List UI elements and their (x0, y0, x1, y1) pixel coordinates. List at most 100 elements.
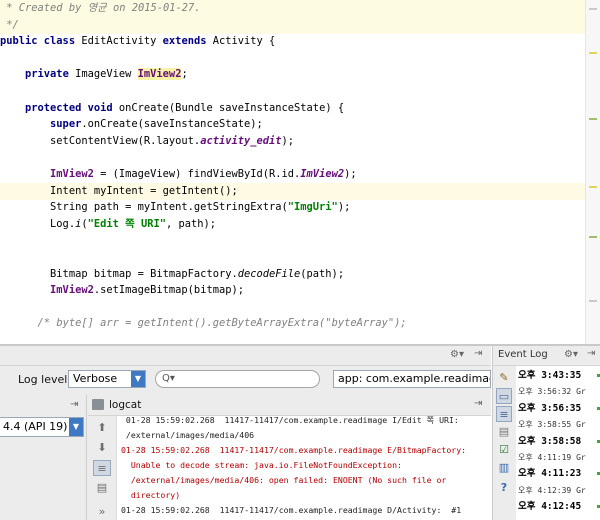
devices-panel: ⇥ 4.4 (API 19) ▼ (0, 395, 87, 520)
scroll-down-icon[interactable]: ⬇ (93, 440, 111, 456)
wrench-icon[interactable]: ✎ (496, 370, 512, 386)
code-token: public class (0, 35, 76, 48)
code-line[interactable]: ImView2 = (ImageView) findViewById(R.id.… (0, 166, 585, 183)
log-line: 01-28 15:59:02.268 11417-11417/com.examp… (121, 505, 462, 515)
code-line[interactable]: */ (0, 16, 585, 34)
logcat-title: logcat (109, 399, 142, 411)
device-value: 4.4 (API 19) (3, 420, 68, 433)
event-log-entry[interactable]: 오후 4:12:39 Gr (518, 483, 598, 498)
code-token: * Created by 영균 on 2015-01-27. (0, 2, 201, 14)
event-log-entry[interactable]: 오후 4:11:19 Gr (518, 450, 598, 465)
clear-log-icon[interactable]: ▤ (93, 480, 111, 496)
event-log-entry[interactable]: 오후 4:12:45 (518, 499, 598, 514)
soft-wrap-icon[interactable]: ≡ (93, 460, 111, 476)
event-log-toolbar: ✎ ▭ ≡ ▤ ☑ ▥ ? (493, 366, 515, 520)
code-token: private (25, 68, 69, 81)
more-icon[interactable]: » (93, 504, 111, 520)
code-line[interactable]: ImView2.setImageBitmap(bitmap); (0, 282, 585, 299)
log-level-label: Log level: (18, 373, 72, 386)
code-token: ImView2 (137, 68, 182, 81)
code-line[interactable] (0, 249, 585, 266)
chevron-down-icon: ▼ (131, 371, 145, 387)
code-line[interactable]: setContentView(R.layout.activity_edit); (0, 133, 585, 150)
code-line[interactable]: String path = myIntent.getStringExtra("I… (0, 199, 585, 216)
code-editor[interactable]: * Created by 영균 on 2015-01-27. */ public … (0, 0, 600, 344)
settings-gear-icon[interactable]: ⚙▾ (564, 349, 578, 360)
balloon-icon[interactable]: ▭ (496, 388, 512, 404)
hide-panel-icon[interactable]: ⇥ (587, 348, 595, 359)
code-line[interactable]: public class EditActivity extends Activi… (0, 33, 585, 50)
soft-wrap-icon[interactable]: ≡ (496, 406, 512, 422)
event-log-entry[interactable]: 오후 3:58:55 Gr (518, 417, 598, 432)
code-token: */ (0, 18, 19, 31)
logcat-search-input[interactable]: Q▾ (155, 370, 320, 388)
scrollbar-marker[interactable] (589, 8, 597, 10)
code-token: ; (181, 68, 188, 81)
logcat-panel-header: ⚙▾ ⇥ (0, 346, 491, 366)
code-token: ); (344, 168, 357, 180)
logcat-text[interactable]: 01-28 15:59:02.268 11417-11417/com.examp… (118, 415, 490, 520)
event-log-panel: Event Log ⚙▾ ⇥ ✎ ▭ ≡ ▤ ☑ ▥ ? 오후 3:43:35 오… (492, 346, 600, 520)
code-token: activity_edit (200, 134, 282, 147)
help-icon[interactable]: ? (496, 480, 512, 496)
event-log-title: Event Log (498, 349, 548, 360)
event-log-entry[interactable]: 오후 3:58:58 (518, 434, 598, 449)
code-token: protected void (25, 101, 113, 114)
code-token: Bitmap bitmap = BitmapFactory. (0, 267, 238, 280)
code-line[interactable] (0, 232, 585, 249)
code-token: /* byte[] arr = getIntent().getByteArray… (37, 317, 407, 330)
code-line[interactable] (0, 149, 585, 166)
scrollbar-marker[interactable] (589, 300, 597, 302)
settings-gear-icon[interactable]: ⚙▾ (450, 349, 464, 360)
event-log-entry[interactable]: 오후 3:56:32 Gr (518, 384, 598, 399)
code-line[interactable]: Log.i("Edit 쪽 URI", path); (0, 216, 585, 233)
code-line[interactable] (0, 83, 585, 100)
code-token: ); (337, 201, 351, 214)
code-token: super (50, 118, 82, 131)
code-token: Activity { (206, 35, 276, 48)
code-line[interactable]: /* byte[] arr = getIntent().getByteArray… (0, 315, 585, 332)
device-select[interactable]: 4.4 (API 19) ▼ (0, 417, 84, 437)
log-line: directory) (121, 490, 181, 500)
code-token: .setImageBitmap(bitmap); (93, 284, 244, 297)
app-filter-select[interactable]: app: com.example.readimage (333, 370, 491, 388)
code-line[interactable]: super.onCreate(saveInstanceState); (0, 116, 585, 133)
mark-read-icon[interactable]: ☑ (496, 442, 512, 458)
code-line[interactable] (0, 299, 585, 316)
search-icon: Q▾ (162, 373, 175, 384)
scrollbar-marker[interactable] (589, 186, 597, 188)
code-token: ); (281, 134, 295, 147)
code-token: ImView2 (50, 168, 94, 180)
code-line[interactable]: * Created by 영균 on 2015-01-27. (0, 0, 585, 17)
hide-panel-icon[interactable]: ⇥ (474, 348, 482, 359)
hide-panel-icon[interactable]: ⇥ (70, 399, 78, 410)
scrollbar-marker[interactable] (589, 52, 597, 54)
event-log-entry[interactable]: 오후 3:56:35 (518, 401, 598, 416)
code-line[interactable]: private ImageView ImView2; (0, 66, 585, 83)
code-line[interactable]: Bitmap bitmap = BitmapFactory.decodeFile… (0, 266, 585, 283)
scrollbar-marker[interactable] (589, 236, 597, 238)
scrollbar-marker[interactable] (589, 118, 597, 120)
event-log-list[interactable]: 오후 3:43:35 오후 3:56:32 Gr 오후 3:56:35 오후 3:58… (516, 366, 600, 520)
logcat-toolbar: Log level: Verbose ▼ Q▾ app: com.example… (0, 366, 491, 394)
code-line[interactable] (0, 50, 585, 67)
log-line: /external/images/media/406 (121, 430, 255, 440)
code-token: Intent myIntent = getIntent(); (0, 184, 238, 197)
code-token: .onCreate(saveInstanceState); (81, 118, 263, 131)
hide-panel-icon[interactable]: ⇥ (474, 398, 482, 409)
event-log-entry[interactable]: 오후 3:43:35 (518, 368, 598, 383)
event-log-header: Event Log ⚙▾ ⇥ (493, 346, 600, 366)
scroll-to-end-icon[interactable]: ▤ (496, 424, 512, 440)
code-line[interactable]: Intent myIntent = getIntent(); (0, 182, 585, 200)
code-token: Log. (0, 217, 76, 230)
log-level-select[interactable]: Verbose ▼ (68, 370, 146, 388)
editor-scrollbar[interactable] (585, 0, 600, 344)
event-log-entry[interactable]: 오후 4:11:23 (518, 466, 598, 481)
code-line[interactable]: protected void onCreate(Bundle saveInsta… (0, 100, 585, 117)
trash-icon[interactable]: ▥ (496, 460, 512, 476)
scroll-up-icon[interactable]: ⬆ (93, 420, 111, 436)
logcat-side-toolbar: ⬆ ⬇ ≡ ▤ » (88, 416, 117, 520)
